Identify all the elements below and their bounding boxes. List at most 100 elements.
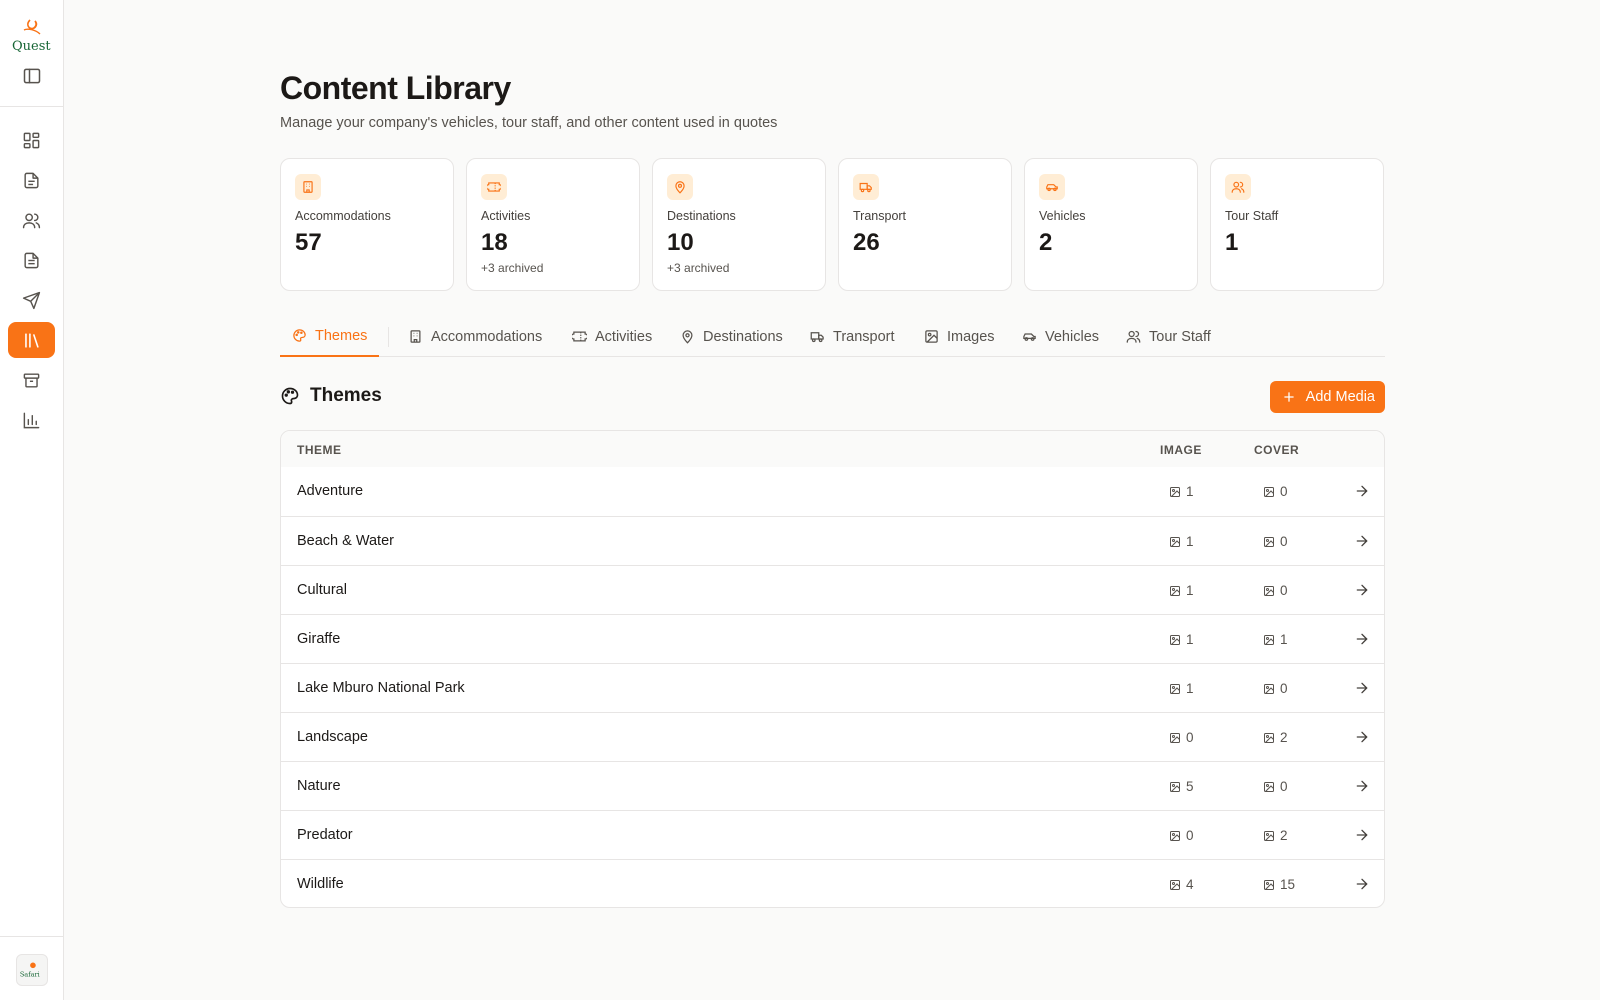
column-header-theme: THEME bbox=[297, 443, 342, 457]
table-row[interactable]: Beach & Water 1 0 bbox=[281, 516, 1384, 565]
image-icon bbox=[1264, 486, 1274, 497]
building-icon bbox=[295, 174, 321, 200]
nav-clients[interactable] bbox=[8, 202, 55, 238]
stat-card-activities[interactable]: Activities 18 +3 archived bbox=[466, 158, 640, 291]
image-icon bbox=[1264, 781, 1274, 792]
stat-card-transport[interactable]: Transport 26 bbox=[838, 158, 1012, 291]
nav-send[interactable] bbox=[8, 282, 55, 318]
truck-icon bbox=[853, 174, 879, 200]
table-row[interactable]: Cultural 1 0 bbox=[281, 565, 1384, 614]
image-count-value: 1 bbox=[1186, 632, 1194, 647]
theme-name: Giraffe bbox=[297, 631, 341, 647]
stat-card-vehicles[interactable]: Vehicles 2 bbox=[1024, 158, 1198, 291]
section-title: Themes bbox=[280, 385, 382, 407]
theme-name: Cultural bbox=[297, 582, 347, 598]
stat-card-tour-staff[interactable]: Tour Staff 1 bbox=[1210, 158, 1384, 291]
nav-reports[interactable] bbox=[8, 402, 55, 438]
arrow-right-icon[interactable] bbox=[1354, 533, 1370, 549]
table-row[interactable]: Giraffe 1 1 bbox=[281, 614, 1384, 663]
ticket-icon bbox=[572, 331, 587, 342]
tab-tour-staff[interactable]: Tour Staff bbox=[1114, 316, 1223, 357]
image-icon bbox=[1170, 830, 1180, 841]
image-count-value: 1 bbox=[1186, 484, 1194, 499]
arrow-right-icon[interactable] bbox=[1354, 778, 1370, 794]
tab-vehicles[interactable]: Vehicles bbox=[1010, 316, 1111, 357]
image-count-value: 4 bbox=[1186, 877, 1194, 892]
arrow-right-icon[interactable] bbox=[1354, 483, 1370, 499]
theme-name: Wildlife bbox=[297, 876, 344, 892]
cover-count-value: 2 bbox=[1280, 730, 1288, 745]
image-icon bbox=[1264, 634, 1274, 645]
table-row[interactable]: Lake Mburo National Park 1 0 bbox=[281, 663, 1384, 712]
tab-images[interactable]: Images bbox=[912, 316, 1007, 357]
stat-card-accommodations[interactable]: Accommodations 57 bbox=[280, 158, 454, 291]
cover-count-value: 15 bbox=[1280, 877, 1296, 892]
tab-themes[interactable]: Themes bbox=[280, 316, 380, 357]
image-count-value: 1 bbox=[1186, 681, 1194, 696]
company-avatar[interactable]: Safari bbox=[16, 954, 48, 986]
stat-label: Vehicles bbox=[1039, 209, 1086, 223]
image-count-value: 0 bbox=[1186, 828, 1194, 843]
nav-quotes[interactable] bbox=[8, 162, 55, 198]
arrow-right-icon[interactable] bbox=[1354, 876, 1370, 892]
plus-icon bbox=[1283, 392, 1294, 402]
archive-icon bbox=[23, 372, 40, 388]
nav-documents[interactable] bbox=[8, 242, 55, 278]
nav-archive[interactable] bbox=[8, 362, 55, 398]
add-media-label: Add Media bbox=[1305, 389, 1375, 405]
users-icon bbox=[22, 212, 41, 228]
map-pin-icon bbox=[667, 174, 693, 200]
table-row[interactable]: Adventure 1 0 bbox=[281, 467, 1384, 516]
stat-card-destinations[interactable]: Destinations 10 +3 archived bbox=[652, 158, 826, 291]
image-icon bbox=[1170, 486, 1180, 497]
brand-logo[interactable]: Quest bbox=[10, 16, 52, 54]
car-icon bbox=[1023, 333, 1036, 341]
image-count: 4 bbox=[1169, 877, 1194, 892]
nav-dashboard[interactable] bbox=[8, 122, 55, 158]
stat-label: Transport bbox=[853, 209, 907, 223]
nav-content-library[interactable] bbox=[8, 322, 55, 358]
cover-count-value: 0 bbox=[1280, 534, 1288, 549]
arrow-right-icon[interactable] bbox=[1354, 582, 1370, 598]
theme-name: Adventure bbox=[297, 483, 364, 499]
image-icon bbox=[1264, 536, 1274, 547]
cover-count: 0 bbox=[1263, 779, 1288, 794]
cover-count-value: 0 bbox=[1280, 779, 1288, 794]
sidebar-bottom-divider bbox=[0, 936, 64, 937]
arrow-right-icon[interactable] bbox=[1354, 827, 1370, 843]
image-icon bbox=[1170, 634, 1180, 645]
arrow-right-icon[interactable] bbox=[1354, 680, 1370, 696]
cover-count: 0 bbox=[1263, 681, 1288, 696]
cover-count: 0 bbox=[1263, 534, 1288, 549]
arrow-right-icon[interactable] bbox=[1354, 729, 1370, 745]
table-row[interactable]: Wildlife 4 15 bbox=[281, 859, 1384, 907]
table-row[interactable]: Predator 0 2 bbox=[281, 810, 1384, 859]
tab-transport[interactable]: Transport bbox=[798, 316, 907, 357]
image-count-value: 0 bbox=[1186, 730, 1194, 745]
building-icon bbox=[410, 330, 421, 343]
image-icon bbox=[1264, 683, 1274, 694]
tab-accommodations[interactable]: Accommodations bbox=[396, 316, 554, 357]
image-count: 1 bbox=[1169, 583, 1194, 598]
stat-sub: +3 archived bbox=[481, 261, 544, 275]
image-icon bbox=[1170, 732, 1180, 743]
column-header-cover: COVER bbox=[1254, 443, 1300, 457]
page-title: Content Library bbox=[280, 70, 511, 106]
add-media-button[interactable]: Add Media bbox=[1269, 381, 1385, 413]
tab-label: Activities bbox=[595, 328, 653, 345]
cover-count-value: 2 bbox=[1280, 828, 1288, 843]
arrow-right-icon[interactable] bbox=[1354, 631, 1370, 647]
cover-count-value: 0 bbox=[1280, 484, 1288, 499]
tab-destinations[interactable]: Destinations bbox=[668, 316, 795, 357]
tab-label: Tour Staff bbox=[1149, 328, 1211, 345]
tab-activities[interactable]: Activities bbox=[560, 316, 664, 357]
image-count: 0 bbox=[1169, 828, 1194, 843]
sidebar-toggle-icon[interactable] bbox=[22, 66, 42, 86]
image-count-value: 1 bbox=[1186, 583, 1194, 598]
stat-value: 18 bbox=[481, 229, 508, 256]
image-count: 1 bbox=[1169, 681, 1194, 696]
table-row[interactable]: Nature 5 0 bbox=[281, 761, 1384, 810]
stat-label: Destinations bbox=[667, 209, 736, 223]
table-row[interactable]: Landscape 0 2 bbox=[281, 712, 1384, 761]
image-icon bbox=[1170, 585, 1180, 596]
